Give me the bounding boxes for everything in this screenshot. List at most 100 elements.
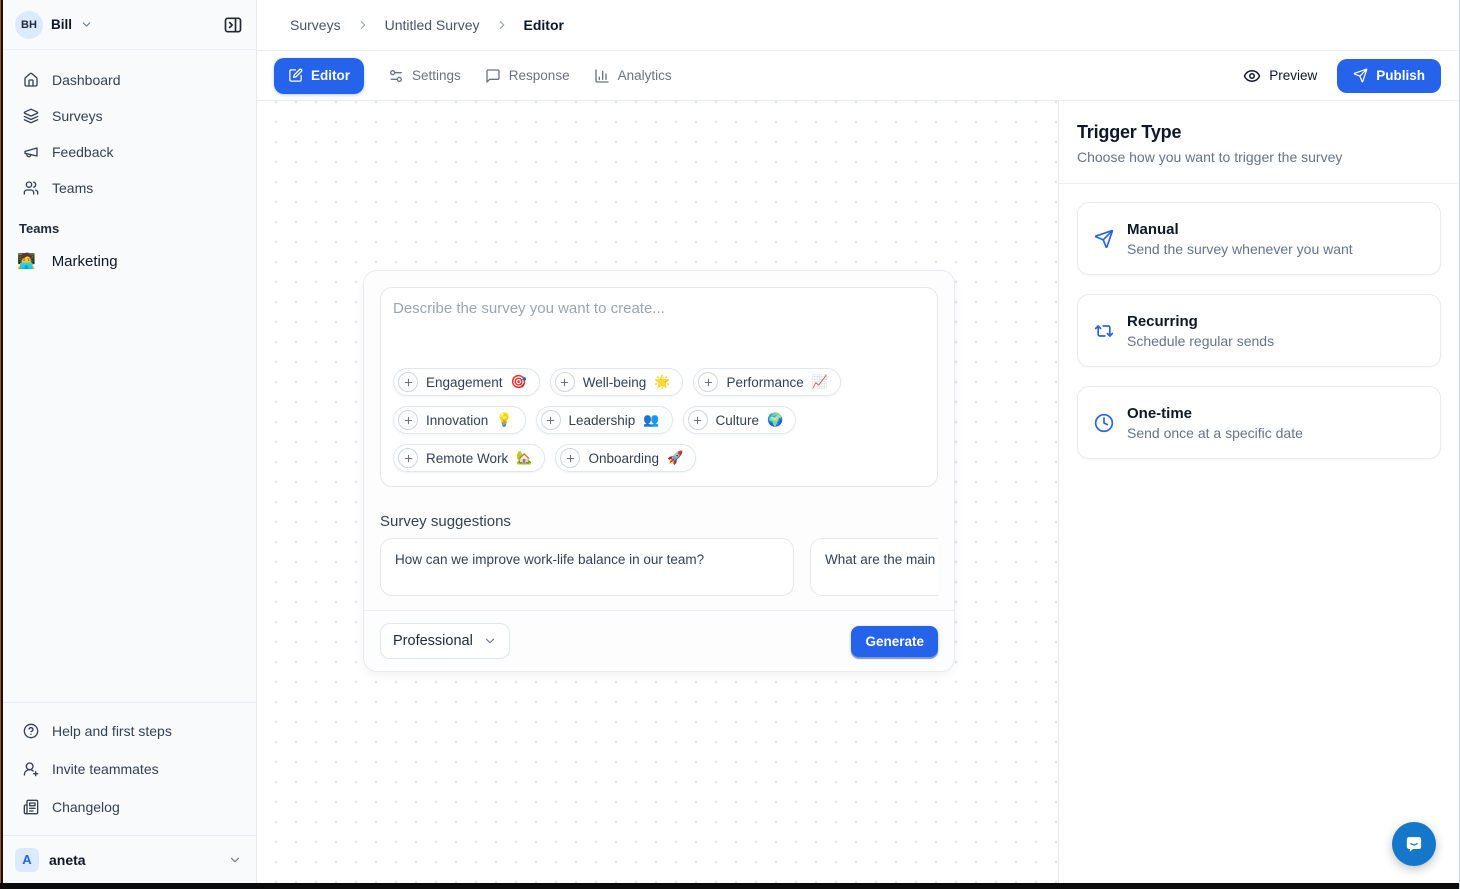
- topic-chip-culture[interactable]: Culture 🌍: [683, 406, 797, 434]
- sidebar-item-label: Feedback: [52, 144, 113, 160]
- topic-chip-performance[interactable]: Performance 📈: [693, 368, 840, 396]
- message-square-icon: [485, 68, 501, 84]
- window-edge-bottom: [0, 883, 1459, 889]
- workspace-name: Bill: [51, 17, 72, 32]
- topic-chip-list: Engagement 🎯 Well-being 🌟 Performance: [393, 368, 925, 474]
- main-content: Surveys Untitled Survey Editor Editor: [257, 0, 1459, 889]
- tab-list: Editor Settings Response: [274, 58, 672, 94]
- panel-toggle-icon: [223, 15, 243, 35]
- sidebar-item-label: Invite teammates: [52, 761, 159, 777]
- plus-icon: [698, 372, 718, 392]
- trigger-option-recurring[interactable]: Recurring Schedule regular sends: [1077, 294, 1441, 367]
- bulb-emoji-icon: 💡: [496, 412, 512, 428]
- option-description: Schedule regular sends: [1127, 333, 1274, 349]
- topic-chip-well-being[interactable]: Well-being 🌟: [550, 368, 684, 396]
- settings-icon: [388, 68, 404, 84]
- layers-icon: [23, 108, 39, 124]
- eye-icon: [1243, 67, 1261, 85]
- plus-icon: [398, 372, 418, 392]
- chat-launcher-button[interactable]: [1392, 822, 1436, 866]
- option-title: Manual: [1127, 221, 1353, 238]
- sidebar-item-changelog[interactable]: Changelog: [11, 789, 248, 825]
- chat-bubble-icon: [1403, 833, 1425, 855]
- people-emoji-icon: 👥: [643, 412, 659, 428]
- tab-response[interactable]: Response: [485, 68, 570, 84]
- trigger-option-one-time[interactable]: One-time Send once at a specific date: [1077, 386, 1441, 459]
- topic-chip-leadership[interactable]: Leadership 👥: [536, 406, 673, 434]
- account-menu[interactable]: A aneta: [3, 835, 256, 883]
- preview-button[interactable]: Preview: [1243, 67, 1317, 85]
- sidebar-item-label: Help and first steps: [52, 723, 172, 739]
- sidebar-item-teams[interactable]: Teams: [11, 171, 248, 205]
- teams-section-label: Teams: [3, 221, 256, 236]
- tone-select[interactable]: Professional: [380, 623, 510, 659]
- sidebar-item-label: Dashboard: [52, 72, 121, 88]
- workspace-avatar: BH: [15, 11, 43, 39]
- sidebar-item-dashboard[interactable]: Dashboard: [11, 63, 248, 97]
- sidebar-item-invite[interactable]: Invite teammates: [11, 751, 248, 787]
- plus-icon: [560, 448, 580, 468]
- tab-analytics[interactable]: Analytics: [594, 68, 672, 84]
- megaphone-icon: [23, 144, 39, 160]
- chevron-right-icon: [495, 18, 509, 32]
- tab-editor[interactable]: Editor: [274, 58, 364, 94]
- publish-button[interactable]: Publish: [1337, 59, 1441, 93]
- sidebar-item-surveys[interactable]: Surveys: [11, 99, 248, 133]
- bar-chart-icon: [594, 68, 610, 84]
- chevron-right-icon: [356, 18, 370, 32]
- suggestion-card[interactable]: How can we improve work-life balance in …: [380, 538, 794, 596]
- target-emoji-icon: 🎯: [511, 374, 527, 390]
- survey-description-input[interactable]: [393, 300, 925, 368]
- breadcrumb: Surveys Untitled Survey Editor: [257, 0, 1459, 51]
- plus-icon: [555, 372, 575, 392]
- trigger-option-manual[interactable]: Manual Send the survey whenever you want: [1077, 202, 1441, 275]
- send-icon: [1353, 68, 1368, 83]
- account-name: aneta: [49, 852, 86, 868]
- ai-survey-composer: Engagement 🎯 Well-being 🌟 Performance: [363, 270, 955, 672]
- sidebar-item-label: Surveys: [52, 108, 103, 124]
- tab-label: Response: [509, 68, 570, 83]
- preview-label: Preview: [1269, 68, 1317, 83]
- option-description: Send once at a specific date: [1127, 425, 1303, 441]
- editor-canvas[interactable]: Engagement 🎯 Well-being 🌟 Performance: [257, 101, 1058, 889]
- panel-subtitle: Choose how you want to trigger the surve…: [1077, 149, 1441, 165]
- generate-button[interactable]: Generate: [851, 626, 938, 657]
- panel-header: Trigger Type Choose how you want to trig…: [1059, 101, 1459, 184]
- sidebar-item-feedback[interactable]: Feedback: [11, 135, 248, 169]
- topic-chip-onboarding[interactable]: Onboarding 🚀: [555, 444, 696, 472]
- breadcrumb-editor: Editor: [524, 17, 564, 33]
- user-plus-icon: [23, 761, 39, 777]
- tab-label: Settings: [412, 68, 461, 83]
- sidebar-item-help[interactable]: Help and first steps: [11, 713, 248, 749]
- option-title: Recurring: [1127, 313, 1274, 330]
- plus-icon: [541, 410, 561, 430]
- star-emoji-icon: 🌟: [654, 374, 670, 390]
- topic-chip-engagement[interactable]: Engagement 🎯: [393, 368, 540, 396]
- users-icon: [23, 180, 39, 196]
- sidebar-nav: Dashboard Surveys Feedback Teams: [3, 50, 256, 205]
- square-pen-icon: [288, 68, 303, 83]
- sidebar-collapse-button[interactable]: [220, 12, 246, 38]
- sidebar: BH Bill Dashboard: [3, 0, 257, 889]
- tab-label: Analytics: [618, 68, 672, 83]
- trigger-type-panel: Trigger Type Choose how you want to trig…: [1058, 101, 1459, 889]
- technologist-emoji-icon: 🧑‍💻: [17, 252, 36, 270]
- sidebar-item-label: Changelog: [52, 799, 120, 815]
- tab-settings[interactable]: Settings: [388, 68, 461, 84]
- publish-label: Publish: [1376, 68, 1425, 83]
- repeat-icon: [1094, 321, 1114, 341]
- globe-emoji-icon: 🌍: [767, 412, 783, 428]
- prompt-box: Engagement 🎯 Well-being 🌟 Performance: [380, 287, 938, 487]
- chevron-down-icon: [228, 853, 242, 867]
- breadcrumb-untitled-survey[interactable]: Untitled Survey: [385, 17, 480, 33]
- suggestion-card[interactable]: What are the main ob: [810, 538, 938, 596]
- sidebar-item-team-marketing[interactable]: 🧑‍💻 Marketing: [3, 242, 256, 280]
- workspace-switcher[interactable]: BH Bill: [3, 0, 256, 50]
- topic-chip-innovation[interactable]: Innovation 💡: [393, 406, 526, 434]
- suggestion-list: How can we improve work-life balance in …: [380, 538, 938, 596]
- plus-icon: [398, 448, 418, 468]
- breadcrumb-surveys[interactable]: Surveys: [290, 17, 341, 33]
- sidebar-item-label: Teams: [52, 180, 93, 196]
- topic-chip-remote-work[interactable]: Remote Work 🏡: [393, 444, 545, 472]
- newspaper-icon: [23, 799, 39, 815]
